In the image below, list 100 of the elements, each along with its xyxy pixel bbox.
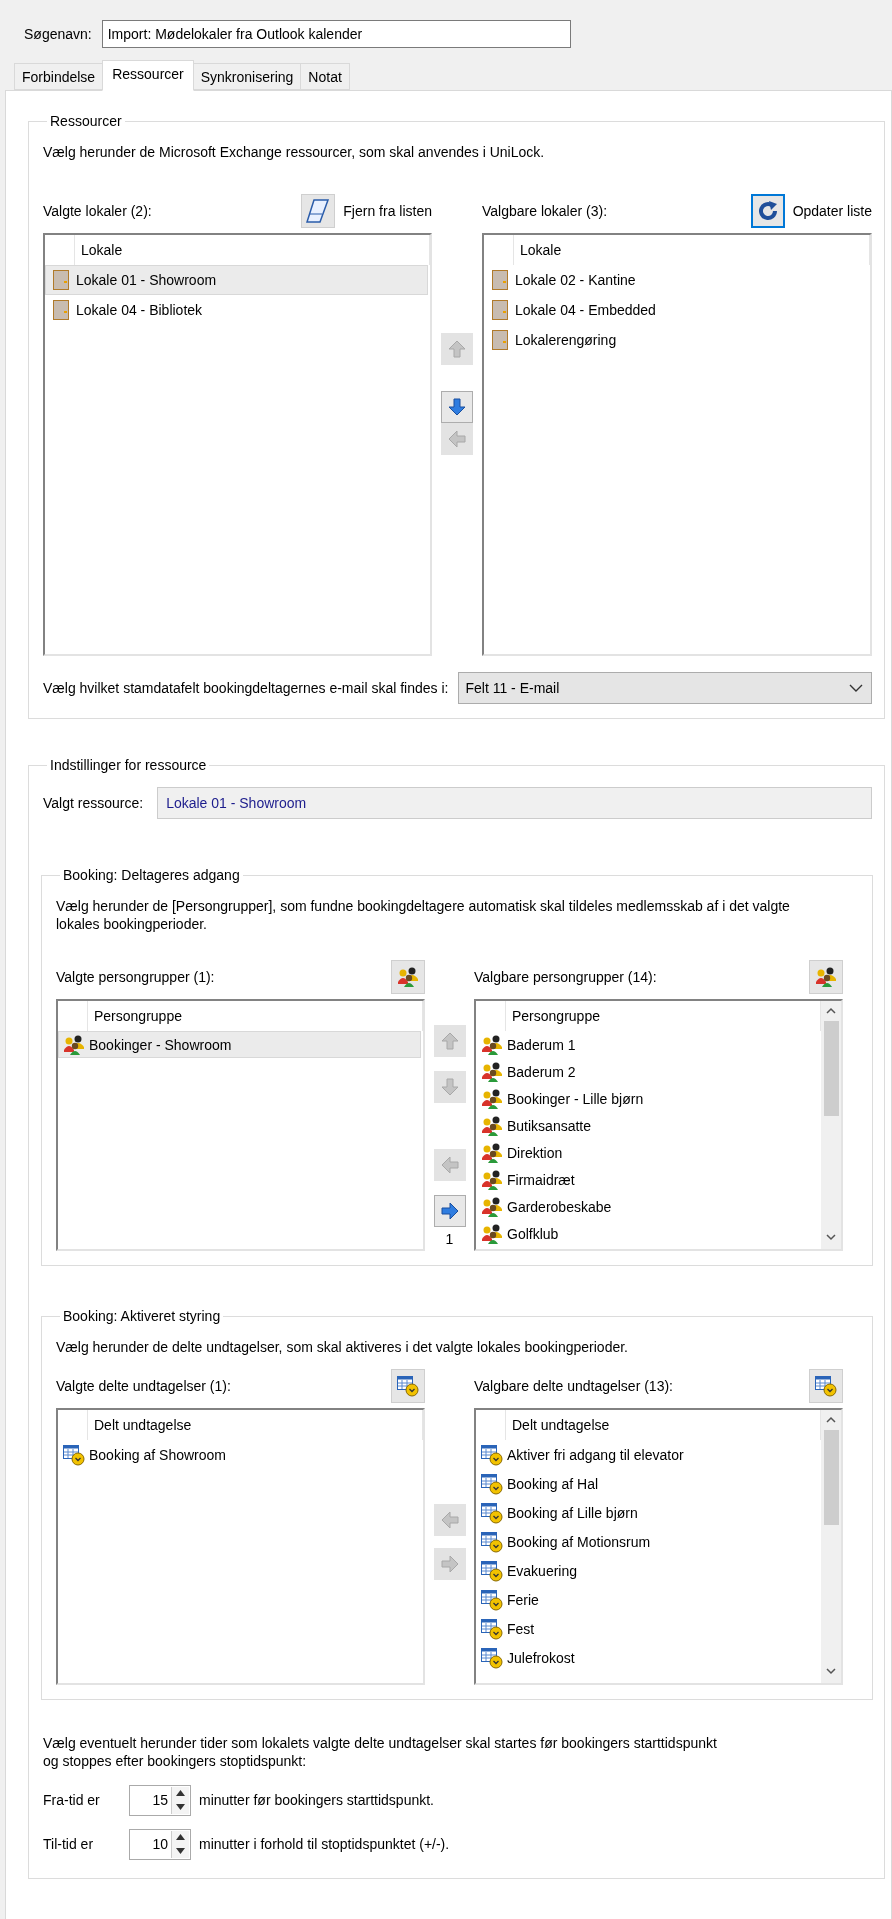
list-item[interactable]: Booking af Lille bjørn	[476, 1498, 819, 1527]
calendar-clock-icon	[481, 1472, 503, 1495]
count-label: 1	[445, 1231, 454, 1247]
list-item[interactable]: Aktiver fri adgang til elevator	[476, 1440, 819, 1469]
eraser-icon	[306, 198, 331, 224]
people-group-icon	[397, 966, 419, 988]
arrow-icon	[439, 1031, 460, 1051]
group-title: Booking: Deltageres adgang	[62, 867, 241, 883]
field-label: Til-tid er	[43, 1836, 95, 1852]
calendar-clock-icon	[63, 1443, 85, 1466]
group-title: Indstillinger for ressource	[49, 757, 208, 773]
search-name-field[interactable]: Import: Mødelokaler fra Outlook kalender	[101, 20, 571, 48]
door-icon	[53, 300, 69, 320]
field-label: Søgenavn:	[24, 26, 92, 42]
calendar-clock-icon	[481, 1617, 503, 1640]
list-item[interactable]: Lokalerengøring	[484, 325, 868, 355]
minutes-spinner[interactable]: 10	[129, 1828, 191, 1860]
door-icon	[492, 330, 508, 350]
spin-up-icon[interactable]	[176, 1790, 185, 1797]
list-item[interactable]: Booking af Hal	[476, 1469, 819, 1498]
door-icon	[53, 270, 69, 290]
list-item[interactable]: Lokale 04 - Embedded	[484, 295, 868, 325]
list-item[interactable]: Lokale 02 - Kantine	[484, 265, 868, 295]
group-select-button[interactable]	[809, 1369, 843, 1403]
chevron-down-icon	[849, 683, 863, 693]
list-label: Valgte persongrupper (1):	[56, 969, 215, 985]
list-label: Valgbare persongrupper (14):	[474, 969, 657, 985]
list-item[interactable]: Butiksansatte	[476, 1112, 819, 1139]
column-header: Delt undtagelse	[88, 1410, 423, 1440]
field-suffix: minutter i forhold til stoptidspunktet (+/-).	[199, 1836, 450, 1852]
calendar-clock-icon	[481, 1443, 503, 1466]
scrollbar[interactable]	[821, 1001, 841, 1249]
selected-resource-field: Lokale 01 - Showroom	[157, 787, 872, 819]
field-label: Vælg hvilket stamdatafelt bookingdeltagernes e-mail skal findes i:	[43, 680, 449, 696]
tab[interactable]: Synkronisering	[192, 63, 302, 90]
list-item[interactable]: Baderum 2	[476, 1058, 819, 1085]
calendar-clock-icon	[815, 1375, 837, 1397]
minutes-spinner[interactable]: 15	[129, 1784, 191, 1816]
email-field-dropdown[interactable]: Felt 11 - E-mail	[458, 672, 872, 704]
list-item[interactable]: Evakuering	[476, 1556, 819, 1585]
people-group-icon	[63, 1033, 85, 1056]
field-label: Fra-tid er	[43, 1792, 101, 1808]
people-group-icon	[481, 1033, 503, 1056]
column-header: Lokale	[514, 235, 870, 265]
list-item[interactable]: Booking af Motionsrum	[476, 1527, 819, 1556]
list-label: Valgte lokaler (2):	[43, 203, 152, 219]
arrow-icon	[439, 1554, 460, 1574]
description: Vælg herunder de [Persongrupper], som fundne bookingdeltagere automatisk skal tildeles medlemsskab af i det valgte lokales bookingperioder.	[56, 897, 791, 933]
people-group-icon	[481, 1114, 503, 1137]
list-item[interactable]: Bookinger - Showroom	[58, 1031, 421, 1058]
scrollbar[interactable]	[821, 1410, 841, 1683]
list-item[interactable]: Firmaidræt	[476, 1166, 819, 1193]
list-item[interactable]: Golfklub	[476, 1220, 819, 1247]
calendar-clock-icon	[481, 1530, 503, 1553]
list-item[interactable]: Bookinger - Lille bjørn	[476, 1085, 819, 1112]
group-select-button[interactable]	[391, 960, 425, 994]
group-select-button[interactable]	[391, 1369, 425, 1403]
list-item[interactable]: Garderobeskabe	[476, 1193, 819, 1220]
door-icon	[492, 270, 508, 290]
description: Vælg herunder de delte undtagelser, som skal aktiveres i det valgte lokales bookingperioder.	[56, 1338, 629, 1356]
people-group-icon	[481, 1195, 503, 1218]
arrow-icon	[439, 1201, 460, 1221]
list-label: Valgbare lokaler (3):	[482, 203, 608, 219]
group-title: Booking: Aktiveret styring	[62, 1308, 222, 1324]
calendar-clock-icon	[481, 1559, 503, 1582]
list-item[interactable]: Lokale 01 - Showroom	[45, 265, 428, 295]
people-group-icon	[481, 1141, 503, 1164]
list-item[interactable]: Baderum 1	[476, 1031, 819, 1058]
spin-up-icon[interactable]	[176, 1834, 185, 1841]
list-item[interactable]: Lokale 04 - Bibliotek	[45, 295, 428, 325]
spin-down-icon[interactable]	[176, 1803, 185, 1810]
arrow-icon	[447, 339, 467, 359]
list-item[interactable]: Julefrokost	[476, 1643, 819, 1672]
description: Vælg herunder de Microsoft Exchange ressourcer, som skal anvendes i UniLock.	[43, 143, 546, 161]
list-label: Valgbare delte undtagelser (13):	[474, 1378, 673, 1394]
list-item[interactable]: Ferie	[476, 1585, 819, 1614]
arrow-button[interactable]	[441, 391, 473, 423]
list-item[interactable]: Fest	[476, 1614, 819, 1643]
calendar-clock-icon	[481, 1646, 503, 1669]
tab[interactable]: Notat	[300, 63, 350, 90]
arrow-icon	[447, 397, 467, 417]
spin-down-icon[interactable]	[176, 1847, 185, 1854]
list-label: Valgte delte undtagelser (1):	[56, 1378, 231, 1394]
arrow-icon	[439, 1510, 460, 1530]
field-label: Valgt ressource:	[43, 795, 144, 811]
door-icon	[492, 300, 508, 320]
tab[interactable]: Ressourcer	[102, 60, 194, 91]
people-group-icon	[481, 1087, 503, 1110]
people-group-icon	[481, 1060, 503, 1083]
calendar-clock-icon	[397, 1375, 419, 1397]
arrow-icon	[439, 1155, 460, 1175]
group-select-button[interactable]	[809, 960, 843, 994]
tab[interactable]: Forbindelse	[14, 63, 104, 90]
list-item[interactable]: Direktion	[476, 1139, 819, 1166]
arrow-icon	[439, 1077, 460, 1097]
remove-button[interactable]: Fjern fra listen	[301, 194, 432, 228]
arrow-button[interactable]	[433, 1195, 466, 1227]
refresh-button[interactable]: Opdater liste	[750, 194, 872, 228]
calendar-clock-icon	[481, 1501, 503, 1524]
list-item[interactable]: Booking af Showroom	[58, 1440, 421, 1469]
